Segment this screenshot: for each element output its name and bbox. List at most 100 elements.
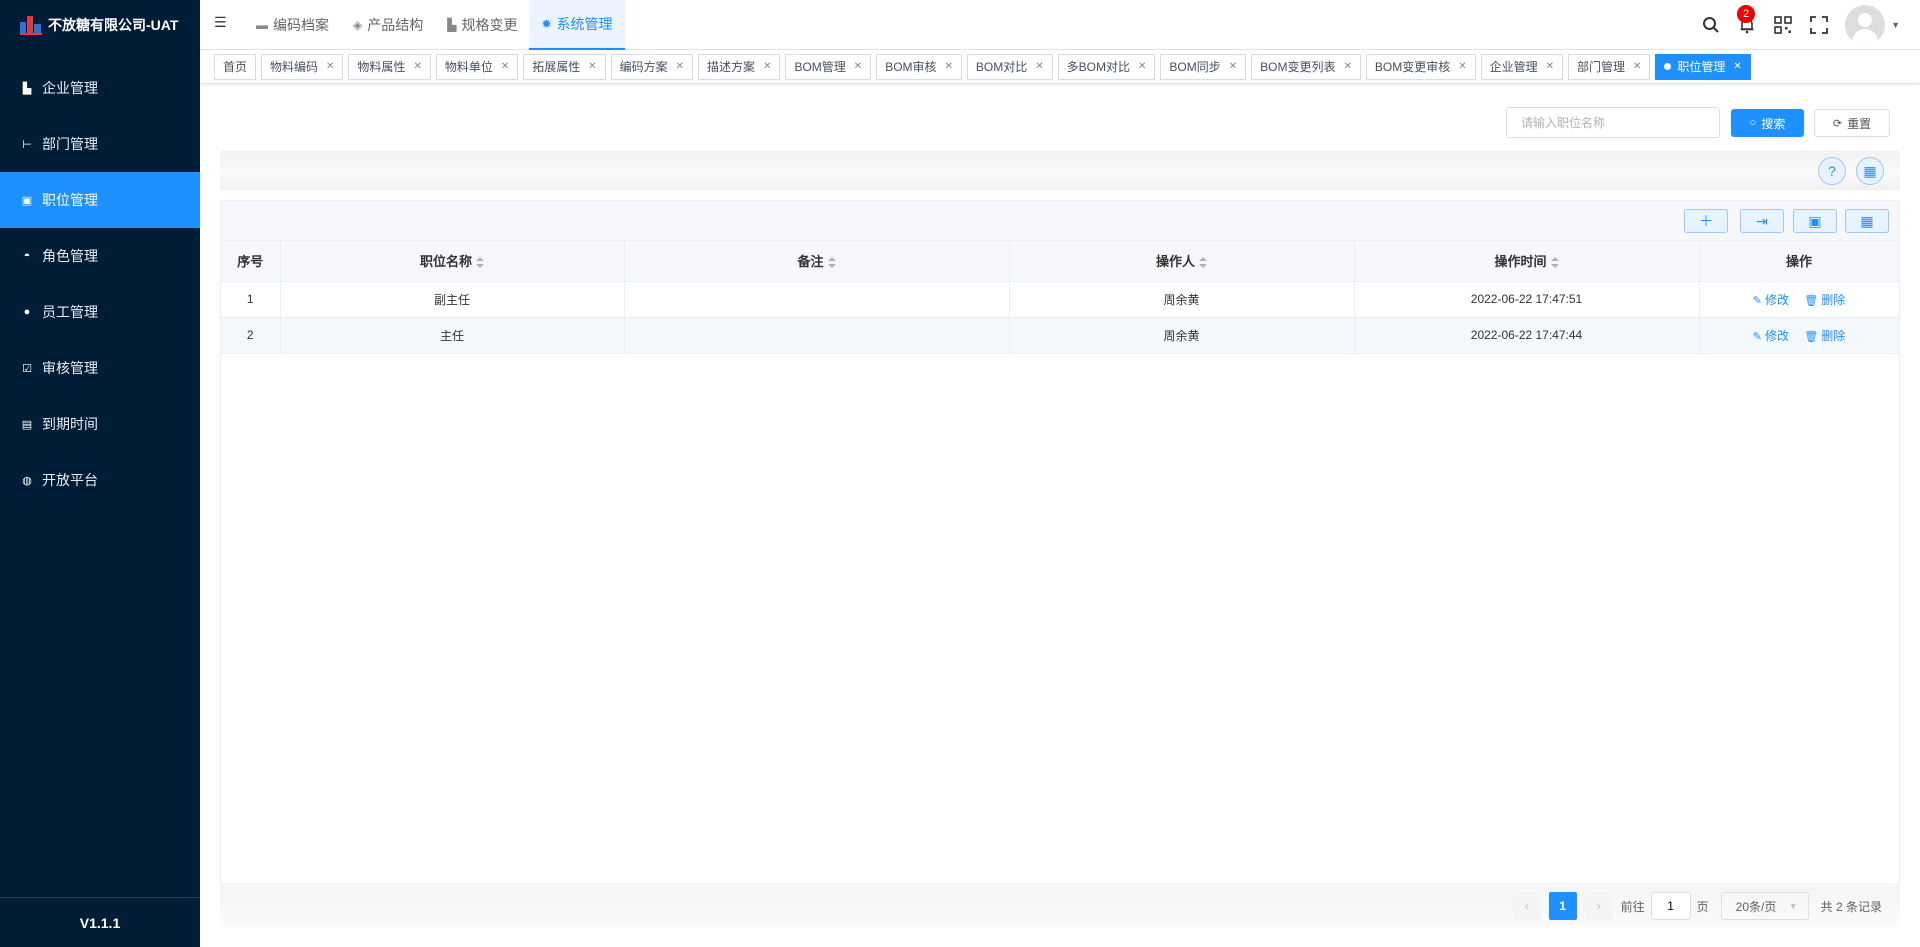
close-icon[interactable]: ✕ [676, 61, 684, 72]
top-nav-label: 系统管理 [556, 16, 613, 32]
tag-home[interactable]: 首页 [214, 53, 257, 80]
fullscreen-icon[interactable] [1809, 15, 1829, 35]
close-icon[interactable]: ✕ [854, 61, 862, 72]
tag-item[interactable]: 描述方案 ✕ [698, 53, 781, 80]
edit-icon: ✎ [1752, 330, 1762, 343]
close-icon[interactable]: ✕ [326, 61, 334, 72]
top-nav-item-system[interactable]: ✹ 系统管理 [529, 0, 625, 50]
page-size-select[interactable]: 20条/页 ▼ [1720, 892, 1809, 920]
close-icon[interactable]: ✕ [1458, 61, 1466, 72]
tags-view: 首页 物料编码 ✕ 物料属性 ✕ 物料单位 ✕ 拓展属性 ✕ 编码方案 ✕ 描述方案 ✕ B… [200, 50, 1920, 84]
column-header-operator[interactable]: 操作人 [1009, 241, 1355, 282]
table-row[interactable]: 2 主任 周余黄 2022-06-22 17:47:44 ✎ 修改 🗑 删除 [221, 317, 1900, 354]
sidebar-item-employee[interactable]: ● 员工管理 [0, 284, 200, 340]
sidebar-item-open-platform[interactable]: ◍ 开放平台 [0, 452, 200, 508]
page-number-current[interactable]: 1 [1548, 892, 1577, 920]
import-icon[interactable]: ⇥ [1740, 209, 1784, 233]
add-icon[interactable]: ＋ [1684, 209, 1728, 233]
edit-button[interactable]: ✎ 修改 [1753, 329, 1789, 343]
top-nav-item-spec-change[interactable]: ▙ 规格变更 [435, 0, 529, 50]
column-header-time[interactable]: 操作时间 [1354, 241, 1700, 282]
column-header-label: 操作 [1785, 254, 1812, 270]
column-settings-icon[interactable]: ▦ [1856, 157, 1884, 185]
sidebar-item-label: 部门管理 [42, 136, 98, 152]
tag-item[interactable]: BOM管理 ✕ [785, 53, 872, 80]
app-logo[interactable]: 不放糖有限公司-UAT [0, 0, 200, 50]
tag-item[interactable]: BOM变更审核 ✕ [1365, 53, 1476, 80]
top-nav-label: 规格变更 [461, 17, 518, 33]
avatar[interactable] [1845, 5, 1886, 45]
top-bar: ☰ ▬ 编码档案 ◈ 产品结构 ▙ 规格变更 ✹ 系统管理 2 ▼ [200, 0, 1920, 50]
bell-icon[interactable]: 2 [1737, 5, 1757, 35]
tag-item[interactable]: BOM同步 ✕ [1160, 53, 1247, 80]
delete-button[interactable]: 🗑 删除 [1804, 293, 1845, 307]
column-header-name[interactable]: 职位名称 [280, 241, 625, 282]
close-icon[interactable]: ✕ [1546, 61, 1554, 72]
tag-item[interactable]: 物料编码 ✕ [261, 53, 344, 80]
tag-item-active[interactable]: 职位管理 ✕ [1655, 53, 1751, 80]
position-name-search-input[interactable] [1506, 107, 1720, 138]
close-icon[interactable]: ✕ [1138, 61, 1146, 72]
grid-view-icon[interactable]: ▦ [1845, 209, 1889, 233]
cell-time: 2022-06-22 17:47:51 [1354, 281, 1700, 318]
close-icon[interactable]: ✕ [763, 61, 771, 72]
building-icon: ▙ [22, 82, 32, 95]
delete-button[interactable]: 🗑 删除 [1804, 329, 1845, 343]
close-icon[interactable]: ✕ [501, 61, 509, 72]
close-icon[interactable]: ✕ [1633, 61, 1641, 72]
top-nav-label: 编码档案 [273, 17, 329, 33]
top-nav-item-code-archive[interactable]: ▬ 编码档案 [244, 0, 341, 50]
goto-page-input[interactable] [1650, 892, 1691, 920]
chevron-down-icon[interactable]: ▼ [1891, 20, 1900, 30]
cell-actions: ✎ 修改 🗑 删除 [1699, 317, 1900, 354]
qrcode-icon[interactable] [1773, 15, 1793, 35]
tag-label: 描述方案 [707, 60, 756, 74]
column-header-remark[interactable]: 备注 [624, 241, 1010, 282]
export-excel-icon[interactable]: ▣ [1793, 209, 1837, 233]
tag-item[interactable]: BOM变更列表 ✕ [1251, 53, 1361, 80]
tag-item[interactable]: 物料单位 ✕ [435, 53, 519, 80]
next-page-icon[interactable]: › [1584, 892, 1613, 920]
sort-icon[interactable] [1199, 256, 1207, 269]
table-row[interactable]: 1 副主任 周余黄 2022-06-22 17:47:51 ✎ 修改 🗑 删除 [221, 281, 1900, 318]
tag-item[interactable]: 物料属性 ✕ [348, 53, 431, 80]
sort-icon[interactable] [1550, 256, 1559, 269]
sidebar-item-expiry[interactable]: ▤ 到期时间 [0, 396, 200, 452]
close-icon[interactable]: ✕ [1733, 61, 1741, 72]
tag-item[interactable]: BOM审核 ✕ [876, 53, 962, 80]
trash-icon: 🗑 [1804, 294, 1819, 307]
sidebar-item-department[interactable]: ⊢ 部门管理 [0, 116, 200, 172]
tag-label: BOM审核 [885, 60, 937, 74]
reset-button-label: 重置 [1847, 116, 1872, 131]
tag-item[interactable]: BOM对比 ✕ [966, 53, 1053, 80]
toolbar-strip [220, 151, 1900, 190]
close-icon[interactable]: ✕ [1229, 61, 1237, 72]
close-icon[interactable]: ✕ [1035, 61, 1043, 72]
close-icon[interactable]: ✕ [413, 61, 421, 72]
top-nav-item-product-structure[interactable]: ◈ 产品结构 [341, 0, 435, 50]
tag-item[interactable]: 部门管理 ✕ [1568, 53, 1651, 80]
search-icon[interactable] [1701, 15, 1721, 35]
tag-item[interactable]: 多BOM对比 ✕ [1057, 53, 1156, 80]
edit-button[interactable]: ✎ 修改 [1753, 293, 1789, 307]
tag-item[interactable]: 编码方案 ✕ [610, 53, 694, 80]
layers-icon: ◈ [353, 18, 363, 32]
sidebar-item-company[interactable]: ▙ 企业管理 [0, 60, 200, 116]
close-icon[interactable]: ✕ [588, 61, 596, 72]
reset-button[interactable]: ⟳ 重置 [1814, 109, 1890, 137]
goto-suffix: 页 [1696, 899, 1709, 914]
tag-item[interactable]: 拓展属性 ✕ [523, 53, 606, 80]
search-button[interactable]: ○ 搜索 [1731, 109, 1804, 137]
close-icon[interactable]: ✕ [945, 61, 953, 72]
prev-page-icon[interactable]: ‹ [1512, 892, 1541, 920]
tag-item[interactable]: 企业管理 ✕ [1480, 53, 1563, 80]
sort-icon[interactable] [827, 256, 836, 269]
refresh-icon: ⟳ [1832, 117, 1843, 130]
close-icon[interactable]: ✕ [1343, 61, 1351, 72]
help-icon[interactable]: ? [1818, 157, 1846, 185]
sidebar-item-position[interactable]: ▣ 职位管理 [0, 172, 200, 228]
sidebar-item-audit[interactable]: ☑ 审核管理 [0, 340, 200, 396]
collapse-menu-icon[interactable]: ☰ [214, 14, 232, 32]
sort-icon[interactable] [476, 256, 484, 269]
sidebar-item-role[interactable]: ◓ 角色管理 [0, 228, 200, 284]
